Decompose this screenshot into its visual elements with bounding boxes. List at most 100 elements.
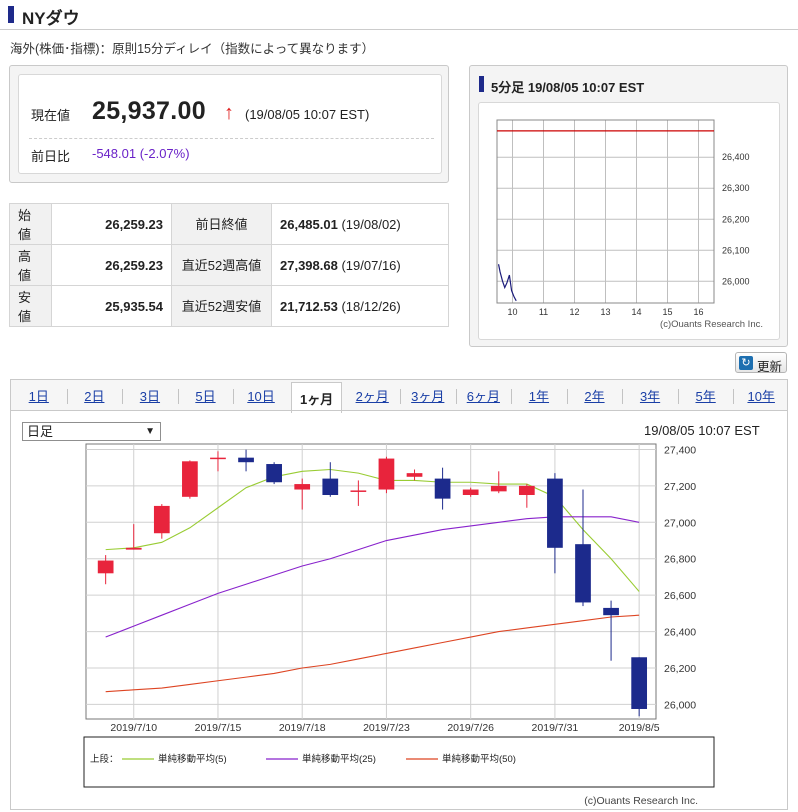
legend-label: 単純移動平均(50) [442,753,516,765]
y-tick-label: 27,400 [664,444,696,456]
candle-body [125,547,142,550]
candle-body [350,490,367,492]
current-time: (19/08/05 10:07 EST) [245,107,370,122]
intraday-x-tick: 12 [569,307,579,317]
prev-close-cell: 26,485.01 (19/08/02) [271,203,449,245]
candle-body [153,505,170,534]
52w-low-cell: 21,712.53 (18/12/26) [271,285,449,327]
legend-label: 単純移動平均(25) [302,753,376,765]
y-tick-label: 26,400 [664,627,696,639]
intraday-x-tick: 10 [507,307,517,317]
y-tick-label: 27,200 [664,481,696,493]
table-row: 始値 26,259.23 前日終値 26,485.01 (19/08/02) [9,203,449,245]
tab-9[interactable]: 1年 [511,380,567,412]
low-label: 安値 [9,285,52,327]
y-tick-label: 27,000 [664,517,696,529]
current-value: 25,937.00 [92,97,206,125]
candle-body [518,485,535,495]
quote-table: 始値 26,259.23 前日終値 26,485.01 (19/08/02) 高… [9,203,449,327]
y-tick-label: 26,000 [664,699,696,711]
tab-separator [233,389,235,404]
tab-1[interactable]: 2日 [67,380,123,412]
tab-separator [622,389,624,404]
52w-high-date: (19/07/16) [341,257,401,273]
tab-12[interactable]: 5年 [678,380,734,412]
page-title: NYダウ [22,9,80,28]
intraday-x-tick: 14 [631,307,641,317]
candle-body [631,657,648,709]
tab-separator [122,389,124,404]
legend-label: 単純移動平均(5) [158,753,227,765]
candle-body [322,478,339,495]
intraday-x-tick: 11 [539,307,548,317]
tab-separator [455,389,457,404]
refresh-label: 更新 [757,360,783,374]
tab-5[interactable]: 1ヶ月 [290,382,343,413]
tab-4[interactable]: 10日 [233,380,289,412]
intraday-x-tick: 15 [662,307,672,317]
candle-body [294,484,311,490]
tab-separator [677,389,679,404]
tab-11[interactable]: 3年 [622,380,678,412]
y-tick-label: 26,600 [664,590,696,602]
tab-3[interactable]: 5日 [178,380,234,412]
tab-6[interactable]: 2ヶ月 [344,380,400,412]
candle-body [182,461,198,497]
tab-7[interactable]: 3ヶ月 [400,380,456,412]
high-value: 26,259.23 [51,244,172,286]
table-row: 安値 25,935.54 直近52週安値 21,712.53 (18/12/26… [9,285,449,327]
period-tabs: 1日 2日 3日 5日 10日 1ヶ月 2ヶ月 3ヶ月 6ヶ月 1年 2年 3年 5年 10年 [10,379,789,413]
intraday-y-tick: 26,000 [722,276,750,286]
tab-10[interactable]: 2年 [567,380,623,412]
current-price-box: 現在値 25,937.00 ↑ (19/08/05 10:07 EST) 前日比… [9,65,449,183]
52w-low-date: (18/12/26) [341,298,401,314]
candle-body [378,458,395,490]
change-label: 前日比 [31,149,71,164]
tab-separator [400,389,401,404]
open-value: 26,259.23 [51,203,172,245]
chart-credit: (c)Ouants Research Inc. [584,795,698,807]
current-label: 現在値 [31,108,71,123]
x-tick-label: 2019/7/31 [532,722,579,734]
candle-body [575,544,591,603]
high-label: 高値 [9,244,52,286]
intraday-y-tick: 26,200 [722,214,750,224]
candle-body [266,464,282,483]
x-tick-label: 2019/7/18 [279,722,326,734]
prev-close-date: (19/08/02) [341,216,401,232]
tab-13[interactable]: 10年 [733,380,789,412]
x-tick-label: 2019/7/15 [195,722,242,734]
candle-body [434,478,451,499]
tab-2[interactable]: 3日 [122,380,178,412]
up-arrow-icon: ↑ [224,102,234,124]
intraday-y-tick: 26,300 [722,183,750,193]
x-tick-label: 2019/7/10 [110,722,157,734]
intraday-y-tick: 26,100 [722,245,750,255]
tab-8[interactable]: 6ヶ月 [456,380,512,412]
52w-high-cell: 27,398.68 (19/07/16) [271,244,449,286]
candle-body [490,485,507,492]
open-label: 始値 [9,203,52,245]
delay-note: 海外(株価･指標)：原則15分ディレイ（指数によって異なります） [10,42,375,56]
52w-high-value: 27,398.68 [280,257,338,273]
candle-body [603,607,619,616]
candle-body [238,457,254,463]
legend-title: 上段： [90,753,119,765]
x-tick-label: 2019/7/23 [363,722,410,734]
current-price-inner: 現在値 25,937.00 ↑ (19/08/05 10:07 EST) 前日比… [18,74,442,174]
header-accent-bar [8,6,14,23]
plot-area [85,443,657,720]
change-value: -548.01 (-2.07%) [92,146,190,161]
refresh-button[interactable]: ↻ 更新 [735,352,787,374]
candle-body [97,560,114,574]
candlestick-chart: 26,000 26,200 26,400 26,600 26,800 27,000 27,2… [83,443,715,807]
table-row: 高値 26,259.23 直近52週高値 27,398.68 (19/07/16… [9,244,449,286]
tab-0[interactable]: 1日 [11,380,67,412]
candle-body [462,489,479,495]
candle-body [210,457,226,460]
y-tick-label: 26,200 [664,663,696,675]
tab-separator [66,389,68,404]
current-divider [29,138,434,139]
x-tick-label: 2019/7/26 [447,722,494,734]
intraday-y-tick: 26,400 [722,152,750,162]
